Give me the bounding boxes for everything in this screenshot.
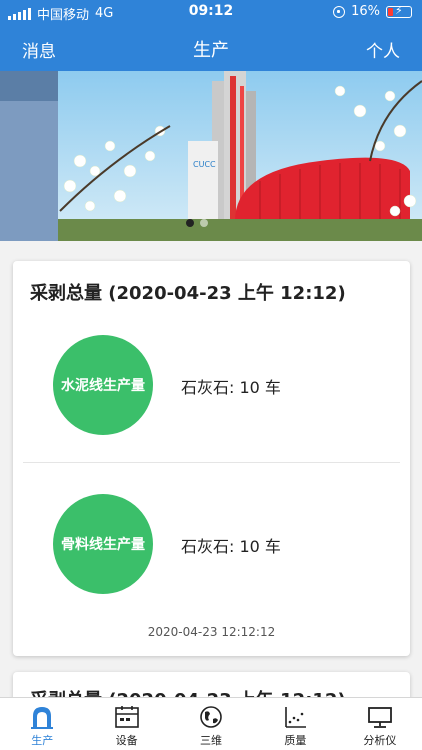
- orientation-lock-icon: [333, 5, 346, 18]
- badge-label: 水泥线生产量: [61, 378, 145, 394]
- production-icon: [31, 707, 54, 729]
- monitor-icon: [367, 707, 392, 728]
- tab-label: 质量: [284, 734, 307, 747]
- svg-text:CUCC: CUCC: [193, 160, 216, 169]
- nav-bar: 消息 生产 个人: [0, 24, 422, 71]
- carousel-dot[interactable]: [186, 219, 194, 227]
- status-time: 09:12: [188, 3, 234, 19]
- carousel-dot[interactable]: [200, 219, 208, 227]
- tab-analyzer[interactable]: 分析仪: [338, 698, 422, 750]
- tab-bar: 生产 设备 三维 质量 分析仪: [0, 697, 422, 750]
- banner-carousel[interactable]: CUCC: [0, 71, 422, 241]
- profile-button[interactable]: 个人: [366, 37, 400, 62]
- quality-chart-icon: [285, 707, 307, 728]
- tab-equipment[interactable]: 设备: [84, 698, 168, 750]
- battery-percent: 16%: [351, 4, 380, 19]
- tab-label: 生产: [31, 734, 54, 747]
- aggregate-line-value: 石灰石: 10 车: [181, 537, 281, 556]
- status-bar: 中国移动 4G 09:12 16% ⚡: [0, 0, 422, 24]
- carousel-indicator: [186, 219, 208, 227]
- banner-image: CUCC: [0, 71, 422, 241]
- production-card: 采剥总量 (2020-04-23 上午 12:12) 水泥线生产量 石灰石: 1…: [13, 261, 410, 656]
- aggregate-line-badge: 骨料线生产量: [53, 494, 153, 594]
- divider: [23, 462, 400, 463]
- cement-line-value: 石灰石: 10 车: [181, 378, 281, 397]
- tab-label: 设备: [115, 734, 138, 747]
- tab-label: 分析仪: [363, 734, 397, 747]
- card-title: 采剥总量 (2020-04-23 上午 12:12): [30, 283, 346, 304]
- card-timestamp: 2020-04-23 12:12:12: [147, 625, 276, 639]
- battery-icon: ⚡: [386, 4, 412, 18]
- tab-3d[interactable]: 三维: [169, 698, 253, 750]
- cement-line-badge: 水泥线生产量: [53, 335, 153, 435]
- tab-production[interactable]: 生产: [0, 698, 84, 750]
- badge-label: 骨料线生产量: [61, 537, 145, 553]
- page-title: 生产: [193, 40, 229, 61]
- 3d-globe-icon: [200, 706, 222, 728]
- equipment-icon: [114, 706, 139, 728]
- tab-quality[interactable]: 质量: [253, 698, 337, 750]
- tab-label: 三维: [200, 734, 223, 747]
